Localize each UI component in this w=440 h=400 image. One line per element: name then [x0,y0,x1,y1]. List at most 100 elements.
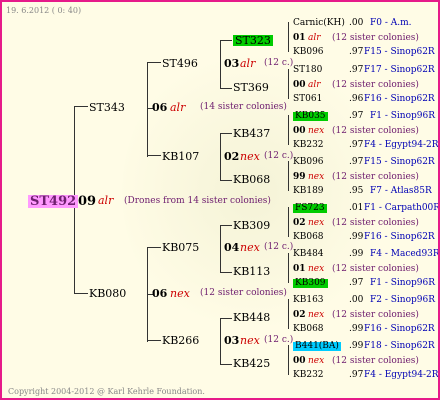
l4-gen: 00 [293,126,306,136]
l2-race: nex [240,334,260,347]
l3-vline [288,345,289,375]
l4-year: .97 [349,370,364,380]
l4-info: F1 - Carpath00R [364,203,440,213]
l4-name: KB232 [293,140,324,150]
l4-year: .99 [349,324,364,334]
l3-name: KB448 [233,311,271,324]
l1-race: nex [170,287,190,300]
pedigree-frame: ST492 09 alr (Drones from 14 sister colonie… [0,0,440,400]
l2-note: (12 c.) [264,58,294,68]
l4-name: FS723 [293,203,327,213]
l4-info: F15 - Sinop62R [364,47,435,57]
l3-link [220,272,232,273]
l4-note: (12 sister colonies) [332,310,419,320]
l3-vline [288,115,289,145]
l1-name: KB080 [89,287,127,300]
l4-name: ST180 [293,65,323,75]
l2-gen: 03 [224,334,240,347]
l4-year: .97 [349,47,364,57]
l3-name: KB425 [233,357,271,370]
l2-note: (12 c.) [264,335,294,345]
l1-note: (12 sister colonies) [200,288,287,298]
l4-name: KB232 [293,370,324,380]
l3-link [220,318,232,319]
l1-name: ST343 [89,101,125,114]
l3-vline [288,207,289,237]
l3-vline [288,161,289,191]
l4-year: .99 [349,232,364,242]
l2-race: nex [240,150,260,163]
l4-note: (12 sister colonies) [332,264,419,274]
l2-name: ST496 [162,57,198,70]
l4-year: .01 [349,203,364,213]
l4-name: B441(BA) [293,341,341,351]
l2-race: nex [240,241,260,254]
l4-name: KB096 [293,157,324,167]
l4-note: (12 sister colonies) [332,172,419,182]
l2-note: (12 c.) [264,242,294,252]
l4-gen: 00 [293,80,306,90]
l4-info: F17 - Sinop62R [364,65,435,75]
l4-name: KB096 [293,47,324,57]
l2-name: KB075 [162,241,200,254]
l2-vline [220,133,221,180]
l4-gen: 99 [293,172,306,182]
l4-name: KB309 [293,278,328,288]
l3-link [220,180,232,181]
l4-gen: 01 [293,264,306,274]
l4-race: nex [308,310,325,320]
l4-note: (12 sister colonies) [332,126,419,136]
l4-race: alr [308,80,321,90]
l4-info: F7 - Atlas85R [370,186,432,196]
l2-race: alr [240,57,256,70]
l2-name: KB107 [162,150,200,163]
l4-info: F0 - A.m. [370,18,412,28]
l3-link [220,40,232,41]
l3-vline [288,299,289,329]
l4-name: KB068 [293,324,324,334]
l1-link-top [74,106,88,107]
l4-year: .95 [349,186,364,196]
l3-name: KB068 [233,173,271,186]
l2d-link [147,340,161,341]
l4-info: F18 - Sinop62R [364,341,435,351]
l1a-vline [147,62,148,157]
l3-link [220,133,232,134]
l3-vline [288,69,289,99]
l2-gen: 04 [224,241,240,254]
l4-name: KB189 [293,186,324,196]
l4-name: Carnic(KH) [293,18,345,28]
l2-vline [220,318,221,364]
l4-info: F2 - Sinop96R [370,295,435,305]
l4-info: F1 - Sinop96R [370,111,435,121]
l1-race: alr [170,101,186,114]
l4-year: .00 [349,18,364,28]
l4-note: (12 sister colonies) [332,33,419,43]
root-name: ST492 [28,194,79,209]
l4-race: nex [308,126,325,136]
l4-info: F4 - Egypt94-2R [364,140,439,150]
l3-name: KB309 [233,219,271,232]
l3-vline [288,22,289,52]
l4-year: .99 [349,341,364,351]
l4-name: ST061 [293,94,323,104]
l4-info: F4 - Egypt94-2R [364,370,439,380]
l4-race: alr [308,33,321,43]
l3-vline [288,253,289,283]
l3-link [220,364,232,365]
l4-year: .96 [349,94,364,104]
l2-gen: 03 [224,57,240,70]
l4-name: KB163 [293,295,324,305]
root-gen: 09 [78,194,97,209]
l2-vline [220,40,221,88]
l4-year: .97 [349,65,364,75]
l2-name: KB266 [162,334,200,347]
l4-year: .00 [349,295,364,305]
root-race: alr [98,194,114,207]
l2b-link [147,155,161,156]
l4-name: KB484 [293,249,324,259]
l4-year: .97 [349,157,364,167]
l1-link-bottom [74,293,88,294]
l4-year: .97 [349,111,364,121]
l4-name: KB035 [293,111,328,121]
